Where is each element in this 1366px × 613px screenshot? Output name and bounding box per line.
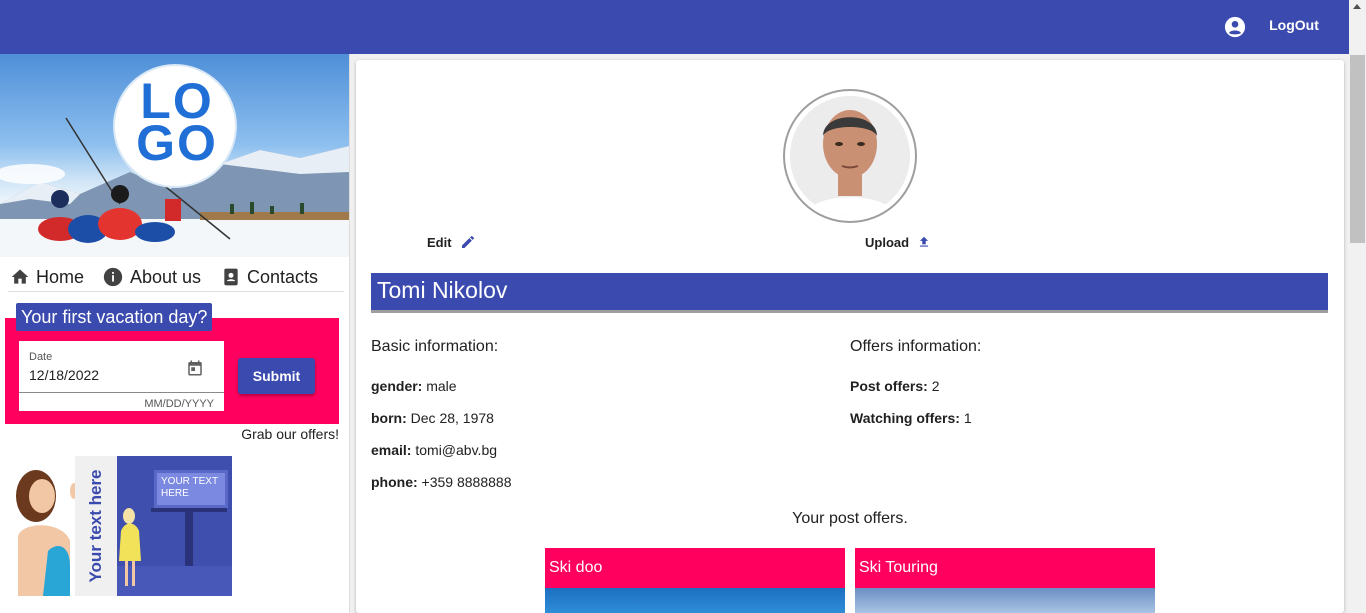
logout-button[interactable]: LogOut [1258, 17, 1330, 37]
post-offers-row: Post offers: 2 [850, 378, 939, 394]
nav-contacts-label: Contacts [247, 266, 319, 287]
post-offers-label: Post offers: [850, 378, 928, 394]
pencil-icon [461, 235, 474, 248]
home-icon [11, 269, 29, 284]
info-icon [103, 267, 123, 287]
upload-photo-button[interactable]: Upload [865, 232, 931, 252]
post-offers-heading: Your post offers. [792, 510, 908, 527]
avatar[interactable] [783, 89, 917, 223]
gender-value: male [426, 378, 457, 394]
submit-button[interactable]: Submit [238, 358, 315, 394]
ad-billboard: YOUR TEXT HERE [154, 470, 228, 508]
gender-row: gender: male [371, 378, 457, 394]
scroll-up-arrow-icon[interactable] [1353, 4, 1361, 9]
logo-text: LOGO [136, 73, 218, 171]
nav-contacts[interactable]: Contacts [221, 264, 318, 290]
email-row: email: tomi@abv.bg [371, 442, 497, 458]
upload-icon [919, 236, 929, 247]
hero-image: LOGO [0, 54, 349, 257]
offers-info-heading: Offers information: [850, 338, 982, 355]
profile-name: Tomi Nikolov [377, 277, 508, 303]
main-nav: Home About us Contacts [8, 262, 344, 292]
avatar-photo [790, 96, 910, 216]
basic-info-heading: Basic information: [371, 338, 499, 355]
nav-home-label: Home [36, 266, 85, 287]
sidebar: LOGO Home About us Contacts Your first v… [0, 54, 350, 613]
watching-offers-row: Watching offers: 1 [850, 410, 972, 426]
nav-home[interactable]: Home [10, 264, 84, 290]
date-value[interactable]: 12/18/2022 [29, 367, 99, 383]
phone-row: phone: +359 8888888 [371, 474, 511, 490]
watching-offers-count: 1 [963, 410, 972, 426]
vacation-title: Your first vacation day? [16, 303, 213, 331]
born-value: Dec 28, 1978 [410, 410, 494, 426]
date-format-hint: MM/DD/YYYY [144, 398, 214, 410]
upload-label: Upload [865, 234, 910, 250]
watching-offers-label: Watching offers: [850, 410, 960, 426]
edit-label: Edit [427, 234, 452, 250]
email-value: tomi@abv.bg [415, 442, 498, 458]
person-portrait [790, 96, 910, 216]
woman-illustration [16, 470, 78, 596]
top-app-bar: LogOut [0, 0, 1349, 54]
gender-label: gender: [371, 378, 423, 394]
post-offers-count: 2 [931, 378, 940, 394]
account-circle-icon[interactable] [1224, 16, 1246, 38]
email-label: email: [371, 442, 412, 458]
profile-name-bar: Tomi Nikolov [371, 273, 1328, 313]
offer-card-image [545, 588, 845, 613]
phone-label: phone: [371, 474, 418, 490]
page-scrollbar[interactable] [1349, 0, 1366, 613]
date-hint-area: MM/DD/YYYY [19, 393, 224, 411]
calendar-icon[interactable] [186, 359, 204, 377]
offer-card-title: Ski doo [545, 548, 845, 588]
contacts-icon [224, 268, 238, 286]
offer-card-image [855, 588, 1155, 613]
offer-card[interactable]: Ski doo [545, 548, 845, 613]
born-row: born: Dec 28, 1978 [371, 410, 494, 426]
offer-card[interactable]: Ski Touring [855, 548, 1155, 613]
ad-banner[interactable]: Your text here YOUR TEXT HERE [8, 456, 232, 596]
phone-value: +359 8888888 [421, 474, 512, 490]
nav-about-label: About us [130, 266, 202, 287]
profile-card: Edit Upload Tomi Nikolov Basic informati… [356, 60, 1344, 613]
grab-offers-text: Grab our offers! [241, 426, 339, 442]
born-label: born: [371, 410, 407, 426]
ad-vertical-text: Your text here [86, 469, 105, 583]
nav-about[interactable]: About us [102, 264, 201, 290]
scrollbar-thumb[interactable] [1350, 55, 1365, 243]
offer-card-title: Ski Touring [855, 548, 1155, 588]
edit-profile-button[interactable]: Edit [427, 232, 476, 252]
ad-billboard-text: YOUR TEXT HERE [161, 476, 218, 499]
date-input[interactable]: Date 12/18/2022 [19, 341, 224, 393]
logo[interactable]: LOGO [113, 64, 237, 188]
date-label: Date [29, 351, 53, 363]
